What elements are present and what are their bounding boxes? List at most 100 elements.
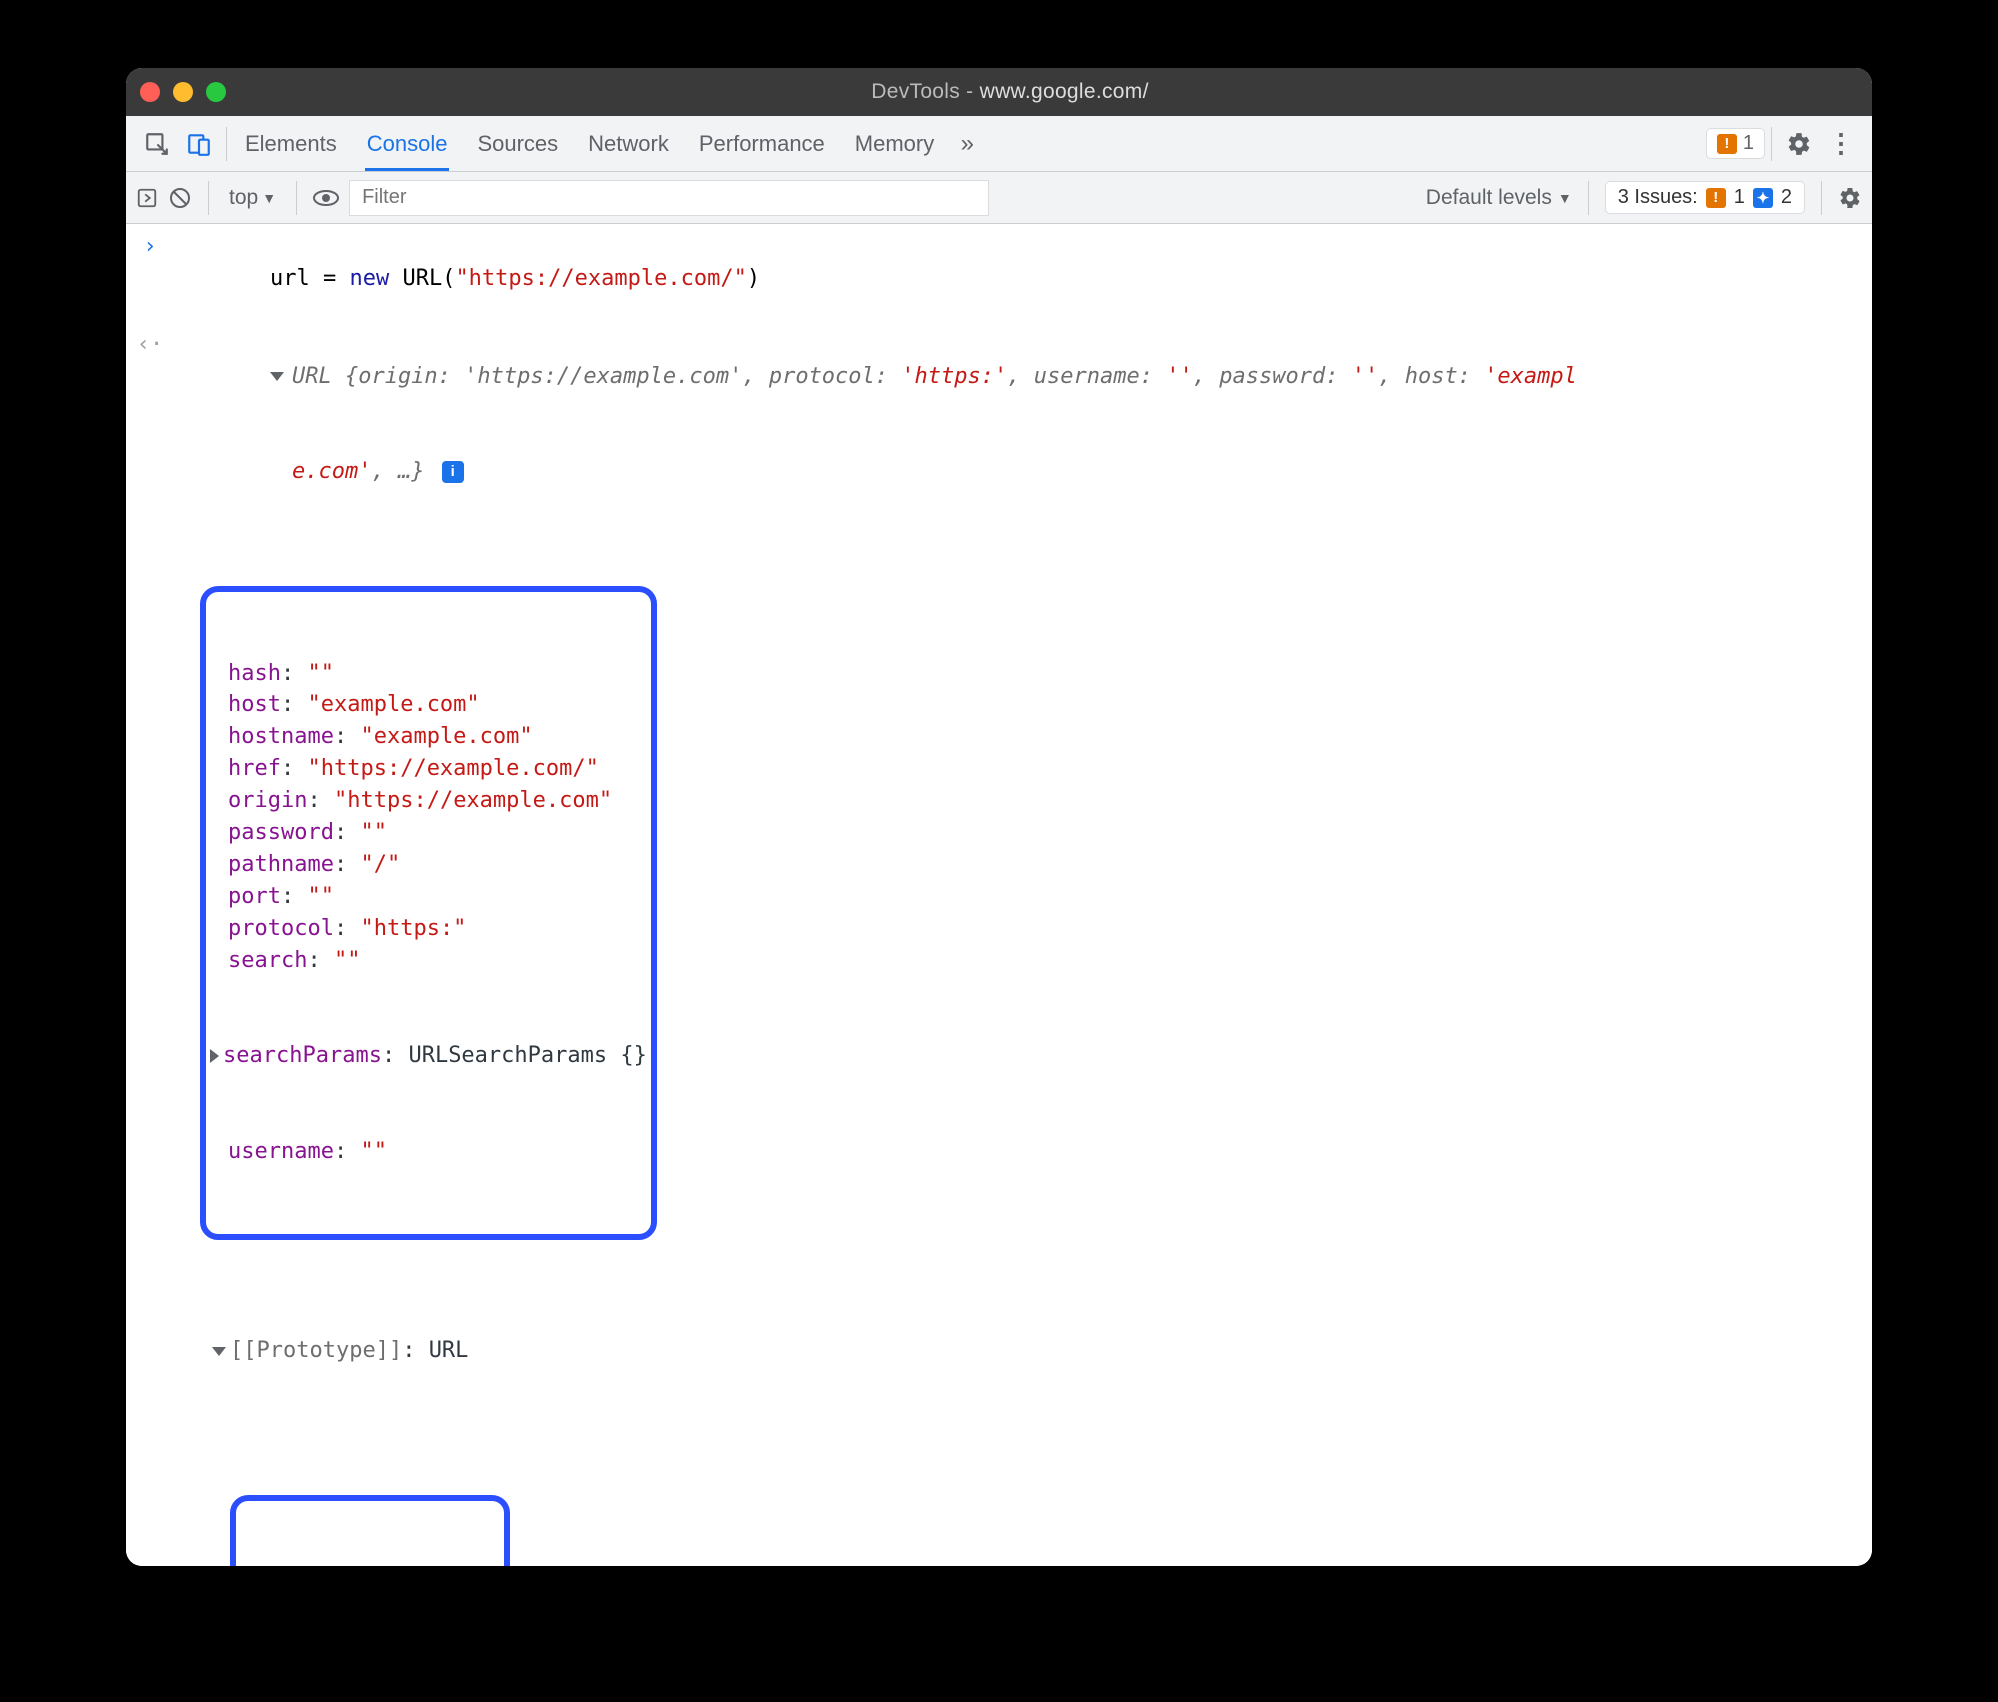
prop-value: "https://example.com" [334,788,612,813]
prop-value: "" [360,820,387,845]
prop-key: pathname [228,852,334,877]
prop-key: host [228,692,281,717]
prop-key: search [228,948,307,973]
prop-value: 'https://example.com' [464,364,742,389]
highlight-box-2: hash: (...)host: (...)hostname: (...)hre… [230,1495,510,1566]
info-icon: ✦ [1753,188,1773,208]
console-output[interactable]: › url = new URL("https://example.com/") … [126,224,1872,1566]
prop-key: hash [228,661,281,686]
minimize-window-button[interactable] [173,82,193,102]
warning-icon: ! [1717,134,1737,154]
prop-key: href [228,756,281,781]
output-chevron-icon: ‹· [136,329,164,520]
prop-key: hostname [228,724,334,749]
window-title-url: www.google.com/ [980,80,1149,103]
panel-tabs: Elements Console Sources Network Perform… [243,117,936,171]
code-text: URL( [389,266,455,291]
object-property-row[interactable]: username: "" [210,1136,647,1168]
separator [226,127,227,161]
code-text: ) [747,266,760,291]
object-property-row[interactable]: search: "" [210,945,647,977]
code-string: "https://example.com/" [455,266,746,291]
devtools-window: DevTools - www.google.com/ Elements Cons… [126,68,1872,1566]
error-count-badge[interactable]: ! 1 [1706,128,1765,159]
console-toolbar: top ▼ Default levels ▼ 3 Issues: !1 ✦2 [126,172,1872,224]
object-property-row[interactable]: origin: "https://example.com" [210,785,647,817]
issues-button[interactable]: 3 Issues: !1 ✦2 [1605,181,1805,214]
object-property-row[interactable]: searchParams: URLSearchParams {} [210,1040,647,1072]
close-window-button[interactable] [140,82,160,102]
tab-sources[interactable]: Sources [475,117,560,171]
device-toolbar-icon[interactable] [178,123,220,165]
chevron-down-icon: ▼ [1558,190,1572,206]
expand-toggle-icon[interactable] [210,1049,219,1063]
expand-toggle-icon[interactable] [212,1347,226,1356]
object-tail: , …} [371,459,424,484]
prop-value: 'exampl [1484,364,1577,389]
highlight-box-1: hash: ""host: "example.com"hostname: "ex… [200,586,657,1240]
object-property-row[interactable]: href: "https://example.com/" [210,753,647,785]
tab-network[interactable]: Network [586,117,671,171]
traffic-lights [140,82,226,102]
window-title: DevTools - www.google.com/ [226,80,1794,104]
issues-info-count: 2 [1781,186,1792,209]
window-title-prefix: DevTools - [871,80,979,103]
object-head: URL { [292,364,358,389]
maximize-window-button[interactable] [206,82,226,102]
kebab-menu-icon[interactable]: ⋮ [1820,123,1862,165]
object-property-row[interactable]: hash: (...) [244,1565,496,1566]
prop-key: password: [1219,364,1338,389]
separator [296,181,297,215]
prop-key: password [228,820,334,845]
tab-memory[interactable]: Memory [853,117,936,171]
prototype-row[interactable]: [[Prototype]]: URL [212,1335,1858,1367]
tab-performance[interactable]: Performance [697,117,827,171]
inspect-element-icon[interactable] [136,123,178,165]
console-output-row[interactable]: ‹· URL {origin: 'https://example.com', p… [126,328,1872,521]
prop-value: "" [307,661,334,686]
object-property-row[interactable]: host: "example.com" [210,689,647,721]
execution-context-selector[interactable]: top ▼ [225,186,280,210]
tab-elements[interactable]: Elements [243,117,339,171]
tab-console[interactable]: Console [365,117,450,171]
separator [1771,127,1772,161]
settings-icon[interactable] [1778,123,1820,165]
filter-input[interactable] [349,180,989,216]
prop-value: URLSearchParams {} [408,1043,646,1068]
live-expression-icon[interactable] [313,188,339,208]
object-property-row[interactable]: hostname: "example.com" [210,721,647,753]
prop-key: protocol [228,916,334,941]
object-property-row[interactable]: password: "" [210,817,647,849]
clear-console-icon[interactable] [168,186,192,210]
proto-value: URL [429,1338,469,1363]
prop-value: "" [360,1139,387,1164]
prop-value: "" [307,884,334,909]
warning-icon: ! [1706,188,1726,208]
object-properties: hash: ""host: "example.com"hostname: "ex… [126,521,1872,1566]
prop-value: '' [1352,364,1379,389]
issues-label: 3 Issues: [1618,186,1698,209]
object-property-row[interactable]: pathname: "/" [210,849,647,881]
object-property-row[interactable]: port: "" [210,881,647,913]
proto-label: [[Prototype]] [230,1338,402,1363]
code-text: url = [270,266,349,291]
separator [208,181,209,215]
more-tabs-icon[interactable]: » [946,123,988,165]
chevron-down-icon: ▼ [262,190,276,206]
object-property-row[interactable]: hash: "" [210,658,647,690]
code-keyword: new [349,266,389,291]
prop-key: origin: [358,364,451,389]
object-property-row[interactable]: protocol: "https:" [210,913,647,945]
prop-key: host: [1405,364,1471,389]
separator [1588,181,1589,215]
prop-value: "/" [360,852,400,877]
log-levels-selector[interactable]: Default levels ▼ [1426,186,1572,210]
console-settings-icon[interactable] [1838,186,1862,210]
prop-value: "example.com" [360,724,532,749]
levels-label: Default levels [1426,186,1552,210]
info-badge-icon[interactable]: i [442,461,464,483]
titlebar: DevTools - www.google.com/ [126,68,1872,116]
prop-key: username [228,1139,334,1164]
toggle-drawer-icon[interactable] [136,187,158,209]
expand-toggle-icon[interactable] [270,372,284,381]
